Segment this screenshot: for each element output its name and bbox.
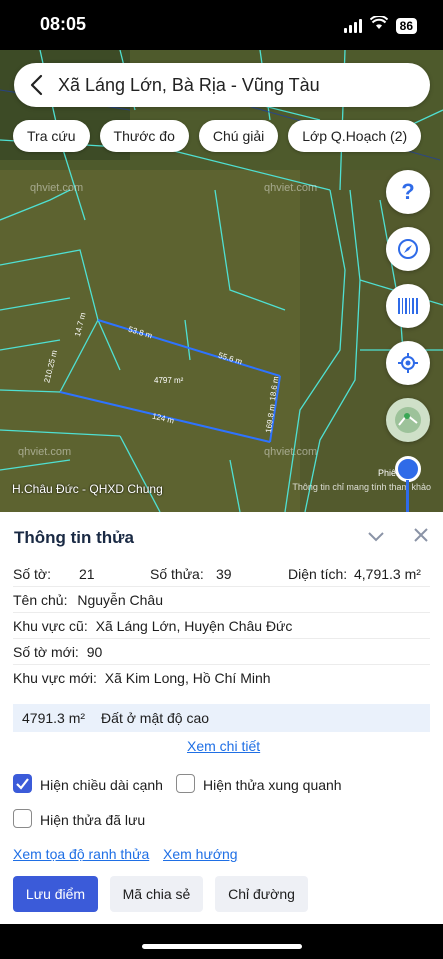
checkbox-edge-lengths[interactable] [13,774,32,793]
zoom-slider-handle[interactable] [395,456,421,482]
my-location-button[interactable] [386,341,430,385]
home-bar-area [0,924,443,959]
battery-level: 86 [395,17,417,34]
map-disclaimer: Thông tin chỉ mang tính tham khảo [292,482,431,492]
chip-planning-layers[interactable]: Lớp Q.Hoạch (2) [288,120,422,152]
locate-icon [398,353,418,373]
owner-value: Nguyễn Châu [77,592,163,608]
watermark: qhviet.com [18,446,72,458]
checkbox-neighbors-label[interactable]: Hiện thửa xung quanh [203,777,342,793]
new-area-row: Khu vực mới: Xã Kim Long, Hồ Chí Minh [13,670,271,686]
parcel-value: 39 [216,566,232,582]
chip-lookup[interactable]: Tra cứu [13,120,90,152]
compass-button[interactable] [386,227,430,271]
area-label: 4797 m² [154,376,184,385]
status-icons: 86 [343,15,417,35]
owner-label: Tên chủ: [13,592,68,608]
chip-measure[interactable]: Thước đo [99,120,189,152]
new-area-label: Khu vực mới: [13,670,97,686]
compass-icon [398,239,418,259]
checkbox-edge-lengths-label[interactable]: Hiện chiều dài cạnh [40,777,163,793]
wifi-icon [369,15,388,35]
close-icon[interactable] [412,526,430,544]
back-arrow-icon[interactable] [14,63,58,107]
chevron-down-icon[interactable] [366,526,386,546]
signal-icon [343,18,362,33]
owner-row: Tên chủ: Nguyễn Châu [13,592,163,608]
old-area-value: Xã Láng Lớn, Huyện Châu Đức [95,618,293,634]
new-sheet-value: 90 [86,644,103,660]
watermark: qhviet.com [264,182,318,194]
sheet-label: Số tờ: [13,566,51,582]
parcel-info-panel: Thông tin thửa Số tờ: 21 Số thửa: 39 Diệ… [0,512,443,959]
map-type-button[interactable] [386,398,430,442]
checkbox-saved-label[interactable]: Hiện thửa đã lưu [40,812,145,828]
area-value: 4,791.3 m² [354,566,421,582]
new-sheet-label: Số tờ mới: [13,644,79,660]
check-icon [16,778,29,790]
location-title: Xã Láng Lớn, Bà Rịa - Vũng Tàu [58,74,320,95]
view-boundary-coords-link[interactable]: Xem tọa độ ranh thửa [13,846,149,862]
land-use-summary: 4791.3 m² Đất ở mật độ cao [13,704,430,732]
tool-chips: Tra cứu Thước đo Chú giải Lớp Q.Hoạch (2… [13,120,422,152]
new-area-value: Xã Kim Long, Hồ Chí Minh [104,670,271,686]
status-bar: 08:05 86 [0,0,443,50]
old-area-row: Khu vực cũ: Xã Láng Lớn, Huyện Châu Đức [13,618,292,634]
share-code-button[interactable]: Mã chia sẻ [110,876,203,912]
chip-legend[interactable]: Chú giải [198,120,279,152]
sheet-value: 21 [79,566,95,582]
barcode-icon [398,298,418,314]
map-layer-caption: H.Châu Đức - QHXD Chung [12,482,163,496]
question-icon: ? [401,179,415,204]
barcode-button[interactable] [386,284,430,328]
area-label: Diện tích: [288,566,348,582]
status-time: 08:05 [40,14,87,34]
help-button[interactable]: ? [386,170,430,214]
location-search-bar[interactable]: Xã Láng Lớn, Bà Rịa - Vũng Tàu [14,63,430,107]
directions-button[interactable]: Chỉ đường [215,876,308,912]
watermark: qhviet.com [264,446,318,458]
new-sheet-row: Số tờ mới: 90 [13,644,102,660]
map-layers-icon [395,407,421,433]
checkbox-saved[interactable] [13,809,32,828]
save-point-button[interactable]: Lưu điểm [13,876,98,912]
summary-area: 4791.3 m² [22,710,86,726]
view-details-link[interactable]: Xem chi tiết [187,738,260,754]
zoom-slider-track[interactable] [406,480,409,512]
summary-land-type: Đất ở mật độ cao [101,710,210,726]
parcel-numbers-row: Số tờ: 21 Số thửa: 39 Diện tích: 4,791.3… [13,566,430,582]
parcel-label: Số thửa: [150,566,204,582]
view-direction-link[interactable]: Xem hướng [163,846,238,862]
home-indicator[interactable] [142,944,302,949]
old-area-label: Khu vực cũ: [13,618,88,634]
watermark: qhviet.com [30,182,84,194]
panel-title: Thông tin thửa [14,528,134,547]
checkbox-neighbors[interactable] [176,774,195,793]
